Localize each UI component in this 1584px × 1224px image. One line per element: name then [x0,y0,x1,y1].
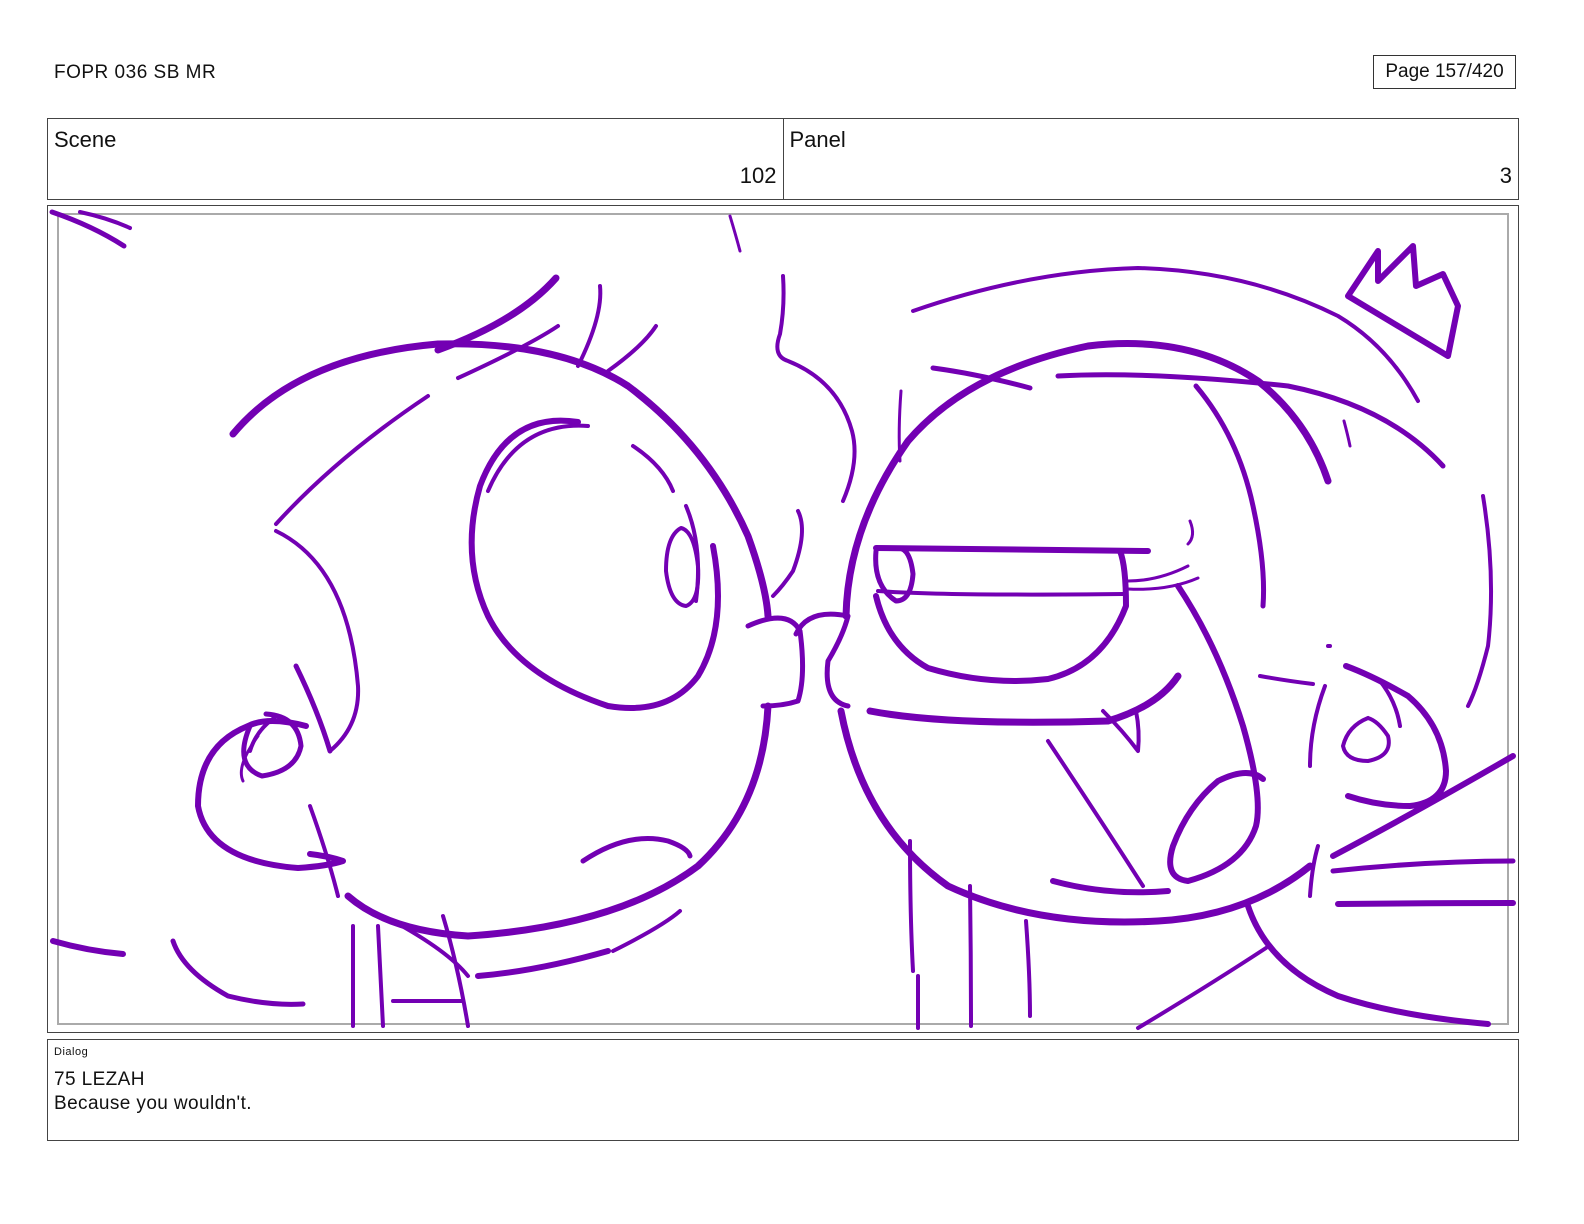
scene-cell: Scene 102 [48,119,783,199]
page-number-box: Page 157/420 [1373,55,1516,89]
panel-number: 3 [1499,163,1512,188]
scene-panel-info-row: Scene 102 Panel 3 [47,118,1519,200]
dialog-line: Because you wouldn't. [54,1093,252,1114]
dialog-speaker: 75 LEZAH [54,1069,145,1090]
dialog-box: Dialog 75 LEZAH Because you wouldn't. [47,1039,1519,1141]
storyboard-sketch [49,209,1516,1030]
storyboard-panel [47,205,1519,1033]
dialog-label: Dialog [54,1046,89,1058]
sketch-strokes [49,209,1516,1030]
panel-label: Panel [789,127,846,152]
scene-number: 102 [739,163,777,188]
document-title: FOPR 036 SB MR [54,62,217,83]
scene-label: Scene [54,127,117,152]
panel-cell: Panel 3 [782,119,1519,199]
